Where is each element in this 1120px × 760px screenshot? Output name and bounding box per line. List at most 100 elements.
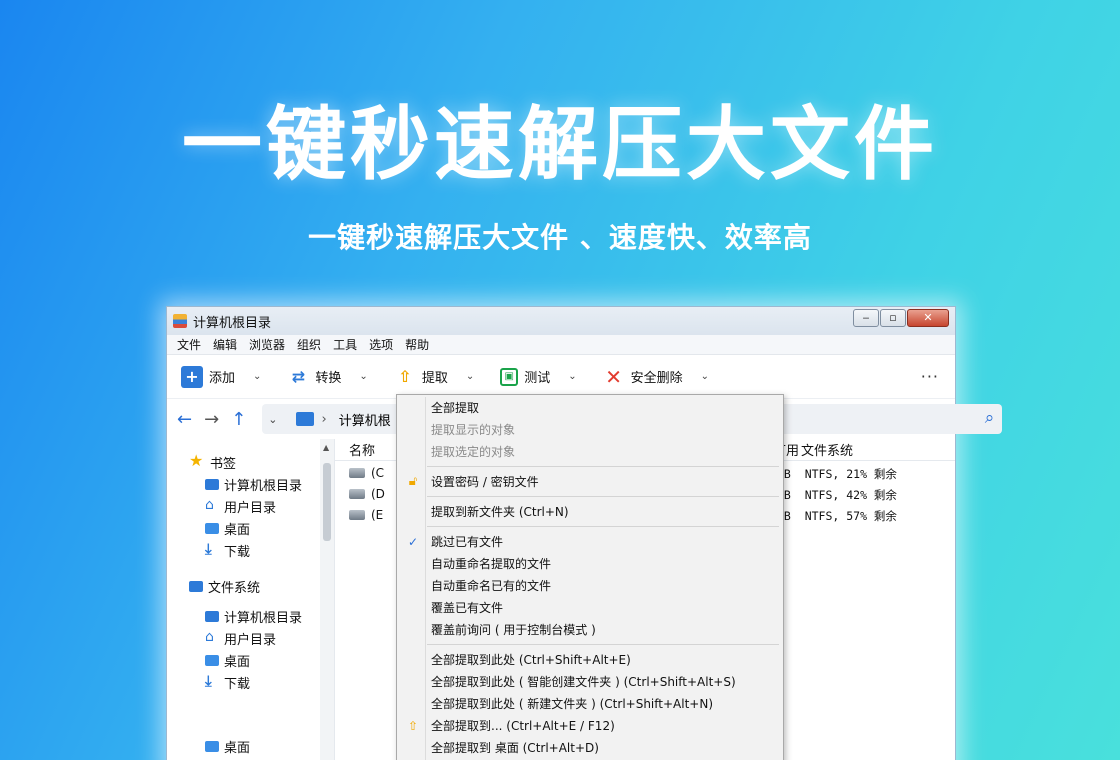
- computer-icon: [295, 412, 314, 426]
- back-arrow-icon[interactable]: ←: [177, 409, 192, 430]
- sidebar-item-label: 计算机根目录: [224, 478, 303, 494]
- sidebar-item-label: 用户目录: [224, 632, 277, 648]
- menu-item-skip-existing[interactable]: ✓ 跳过已有文件: [397, 531, 783, 553]
- menu-browser[interactable]: 浏览器: [249, 336, 285, 353]
- download-icon: ⤓: [205, 540, 212, 558]
- desktop-icon: [205, 740, 219, 752]
- menu-tools[interactable]: 工具: [333, 336, 357, 353]
- sidebar-item-desktop[interactable]: 桌面: [167, 735, 334, 757]
- up-arrow-icon[interactable]: ↑: [231, 409, 246, 430]
- chevron-down-icon[interactable]: ⌄: [359, 371, 367, 382]
- address-path: 计算机根: [338, 413, 391, 429]
- home-icon: ⌂: [205, 497, 214, 513]
- menu-edit[interactable]: 编辑: [213, 336, 237, 353]
- sidebar-item-user-dir[interactable]: ⌂ 用户目录: [167, 495, 334, 517]
- convert-label: 转换: [315, 371, 342, 386]
- menu-separator: [397, 463, 783, 471]
- drive-icon: [349, 468, 365, 478]
- menu-item-extract-shown[interactable]: 提取显示的对象: [397, 419, 783, 441]
- menu-item-auto-rename-extracted[interactable]: 自动重命名提取的文件: [397, 553, 783, 575]
- add-button[interactable]: + 添加 ⌄: [181, 365, 261, 388]
- secure-delete-button[interactable]: ✕ 安全删除 ⌄: [603, 365, 709, 389]
- maximize-button[interactable]: ▫: [880, 309, 906, 327]
- sidebar-filesystem-header[interactable]: 文件系统: [167, 575, 334, 597]
- forward-arrow-icon[interactable]: →: [204, 409, 219, 430]
- extract-context-menu: 全部提取 提取显示的对象 提取选定的对象 🔓︎ 设置密码 / 密钥文件 提取到新…: [396, 394, 784, 760]
- sidebar-scrollbar[interactable]: ▲: [320, 439, 334, 760]
- menu-item-extract-here-smart[interactable]: 全部提取到此处 ( 智能创建文件夹 ) (Ctrl+Shift+Alt+S): [397, 671, 783, 693]
- menu-item-extract-all[interactable]: 全部提取: [397, 397, 783, 419]
- menu-item-extract-to-desktop[interactable]: 全部提取到 桌面 (Ctrl+Alt+D): [397, 737, 783, 759]
- sidebar-item-label: 桌面: [224, 654, 251, 670]
- chevron-down-icon[interactable]: ⌄: [268, 413, 277, 426]
- add-label: 添加: [209, 371, 236, 386]
- desktop-icon: [205, 654, 219, 666]
- window-controls: ‒ ▫ ✕: [852, 309, 949, 327]
- sidebar-item-computer-root[interactable]: 计算机根目录: [167, 605, 334, 627]
- drive-name: (E: [371, 508, 384, 522]
- sidebar-item-downloads[interactable]: ⤓ 下载: [167, 539, 334, 561]
- menu-help[interactable]: 帮助: [405, 336, 429, 353]
- menu-item-label: 全部提取到... (Ctrl+Alt+E / F12): [431, 719, 615, 733]
- close-button[interactable]: ✕: [907, 309, 949, 327]
- extract-button[interactable]: ⇧ 提取 ⌄: [394, 366, 474, 388]
- menu-item-extract-here-new-folder[interactable]: 全部提取到此处 ( 新建文件夹 ) (Ctrl+Shift+Alt+N): [397, 693, 783, 715]
- scrollbar-thumb[interactable]: [323, 463, 331, 541]
- minimize-button[interactable]: ‒: [853, 309, 879, 327]
- search-icon[interactable]: ⌕: [985, 408, 995, 428]
- title-bar[interactable]: 计算机根目录 ‒ ▫ ✕: [167, 307, 955, 335]
- drive-icon: [349, 489, 365, 499]
- drive-icon: [349, 510, 365, 520]
- plus-icon: +: [181, 365, 203, 388]
- more-options-icon[interactable]: ···: [921, 367, 939, 386]
- scroll-up-icon[interactable]: ▲: [323, 443, 329, 452]
- menu-item-label: 设置密码 / 密钥文件: [431, 475, 539, 489]
- home-icon: ⌂: [205, 629, 214, 645]
- menu-separator: [397, 493, 783, 501]
- column-name[interactable]: 名称: [349, 440, 375, 459]
- sidebar-label: 文件系统: [208, 580, 261, 596]
- sidebar-item-label: 下载: [224, 544, 251, 560]
- drive-name: (D: [371, 487, 385, 501]
- menu-item-overwrite-existing[interactable]: 覆盖已有文件: [397, 597, 783, 619]
- test-button[interactable]: ▣ 测试 ⌄: [500, 367, 577, 386]
- sidebar-item-label: 桌面: [224, 740, 251, 756]
- extract-label: 提取: [421, 371, 448, 386]
- sidebar-item-label: 桌面: [224, 522, 251, 538]
- hero-title: 一键秒速解压大文件: [182, 98, 938, 191]
- sidebar-item-desktop[interactable]: 桌面: [167, 649, 334, 671]
- sidebar-item-user-dir[interactable]: ⌂ 用户目录: [167, 627, 334, 649]
- menu-item-extract-here[interactable]: 全部提取到此处 (Ctrl+Shift+Alt+E): [397, 649, 783, 671]
- drive-info: GB NTFS, 21% 剩余: [777, 467, 897, 481]
- menu-item-ask-before-overwrite[interactable]: 覆盖前询问 ( 用于控制台模式 ): [397, 619, 783, 641]
- menu-item-extract-new-folder[interactable]: 提取到新文件夹 (Ctrl+N): [397, 501, 783, 523]
- menu-item-extract-selected[interactable]: 提取选定的对象: [397, 441, 783, 463]
- sidebar-bookmarks-header[interactable]: ★ 书签: [167, 451, 334, 473]
- convert-button[interactable]: ⇄ 转换 ⌄: [287, 366, 368, 388]
- chevron-down-icon[interactable]: ⌄: [466, 371, 474, 382]
- menu-item-extract-to[interactable]: ⇧ 全部提取到... (Ctrl+Alt+E / F12): [397, 715, 783, 737]
- menu-separator: [397, 641, 783, 649]
- menu-file[interactable]: 文件: [177, 336, 201, 353]
- sidebar-item-label: 计算机根目录: [224, 610, 303, 626]
- menu-organize[interactable]: 组织: [297, 336, 321, 353]
- sidebar-item-computer-root[interactable]: 计算机根目录: [167, 473, 334, 495]
- checkmark-icon: ✓: [407, 535, 419, 549]
- sidebar-item-desktop[interactable]: 桌面: [167, 517, 334, 539]
- menu-item-auto-rename-existing[interactable]: 自动重命名已有的文件: [397, 575, 783, 597]
- menu-options[interactable]: 选项: [369, 336, 393, 353]
- path-separator: ›: [321, 411, 327, 427]
- chevron-down-icon[interactable]: ⌄: [253, 371, 261, 382]
- sidebar-item-downloads[interactable]: ⤓ 下载: [167, 671, 334, 693]
- folder-icon: [189, 580, 203, 592]
- computer-icon: [205, 610, 219, 622]
- menu-item-set-password[interactable]: 🔓︎ 设置密码 / 密钥文件: [397, 471, 783, 493]
- chevron-down-icon[interactable]: ⌄: [568, 371, 576, 382]
- menu-item-label: 跳过已有文件: [431, 535, 504, 549]
- secure-delete-label: 安全删除: [630, 371, 683, 386]
- test-label: 测试: [524, 371, 551, 386]
- chevron-down-icon[interactable]: ⌄: [701, 371, 709, 382]
- lock-icon: 🔓︎: [408, 474, 418, 489]
- extract-upload-icon: ⇧: [407, 719, 419, 733]
- column-filesystem[interactable]: 文件系统: [801, 440, 853, 459]
